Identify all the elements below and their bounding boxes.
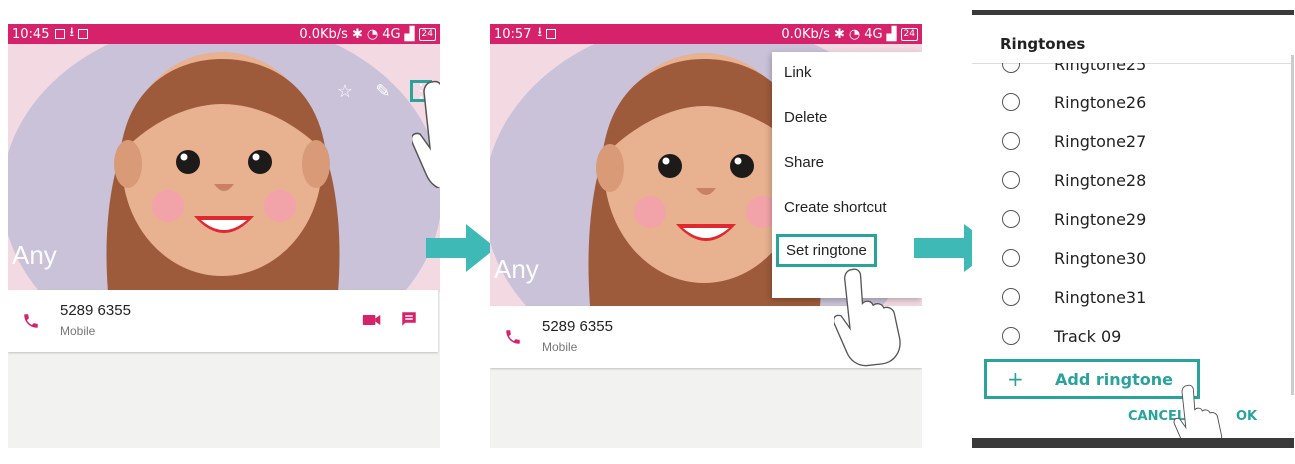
ringtone-label: Ringtone25 bbox=[1054, 63, 1147, 74]
network-speed: 0.0Kb/s bbox=[299, 26, 348, 42]
status-notification-icons: ⭳ bbox=[537, 24, 557, 45]
phone-icon[interactable] bbox=[504, 328, 522, 346]
list-item[interactable]: Ringtone29 bbox=[972, 200, 1294, 238]
screenshot-icon bbox=[546, 29, 557, 39]
list-item[interactable]: Ringtone30 bbox=[972, 239, 1294, 277]
download-icon: ⭳ bbox=[537, 25, 543, 40]
contact-screen-1: 10:45 ⭳ 0.0Kb/s ✱ ◔ 4G ▟ 24 ☆ ✎ ⋮ Any 52… bbox=[8, 24, 440, 448]
plus-icon: + bbox=[1007, 367, 1024, 391]
ok-button[interactable]: OK bbox=[1236, 409, 1257, 424]
contact-name: Any bbox=[494, 254, 539, 284]
status-time: 10:57 bbox=[494, 26, 532, 42]
ringtone-list[interactable]: Ringtone25 Ringtone26 Ringtone27 Rington… bbox=[972, 63, 1294, 353]
cancel-button[interactable]: CANCEL bbox=[1128, 409, 1185, 424]
radio-icon[interactable] bbox=[1002, 249, 1020, 267]
phone-number-row[interactable]: 5289 6355 Mobile bbox=[490, 306, 922, 368]
menu-item-share[interactable]: Share bbox=[784, 154, 824, 171]
gallery-icon bbox=[55, 29, 66, 39]
list-item[interactable]: Ringtone31 bbox=[972, 278, 1294, 316]
scrollbar[interactable] bbox=[1291, 55, 1294, 395]
network-speed: 0.0Kb/s bbox=[781, 26, 830, 42]
status-notification-icons: ⭳ bbox=[55, 24, 89, 45]
arrow-right-icon bbox=[426, 224, 496, 272]
screenshot-icon bbox=[78, 29, 89, 39]
edit-icon[interactable]: ✎ bbox=[372, 80, 394, 102]
video-icon[interactable] bbox=[846, 328, 866, 344]
radio-icon[interactable] bbox=[1002, 132, 1020, 150]
status-right: 0.0Kb/s ✱ ◔ 4G ▟ 24 bbox=[299, 27, 436, 42]
status-bar: 10:57 ⭳ 0.0Kb/s ✱ ◔ 4G ▟ 24 bbox=[490, 24, 922, 44]
battery-icon: 24 bbox=[900, 27, 918, 41]
signal-bars-icon: ▟ bbox=[886, 26, 897, 42]
more-vert-icon[interactable]: ⋮ bbox=[410, 80, 432, 102]
phone-number: 5289 6355 bbox=[60, 302, 131, 319]
list-item[interactable]: Ringtone25 bbox=[972, 63, 1294, 83]
phone-icon[interactable] bbox=[22, 312, 40, 330]
ringtone-label: Ringtone30 bbox=[1054, 248, 1147, 268]
radio-icon[interactable] bbox=[1002, 93, 1020, 111]
ringtones-dialog: Ringtones Ringtone25 Ringtone26 Ringtone… bbox=[972, 10, 1294, 448]
phone-type: Mobile bbox=[60, 324, 96, 338]
radio-icon[interactable] bbox=[1002, 63, 1020, 73]
phone-number-row[interactable]: 5289 6355 Mobile bbox=[8, 290, 438, 352]
list-item[interactable]: Ringtone28 bbox=[972, 161, 1294, 199]
radio-icon[interactable] bbox=[1002, 288, 1020, 306]
menu-item-delete[interactable]: Delete bbox=[784, 109, 827, 126]
message-icon[interactable] bbox=[400, 310, 418, 328]
ringtone-label: Ringtone28 bbox=[1054, 170, 1147, 190]
contact-actions: ☆ ✎ ⋮ bbox=[334, 80, 432, 102]
tutorial-stage: 10:45 ⭳ 0.0Kb/s ✱ ◔ 4G ▟ 24 ☆ ✎ ⋮ Any 52… bbox=[0, 0, 1295, 464]
radio-icon[interactable] bbox=[1002, 210, 1020, 228]
add-ringtone-button[interactable]: + Add ringtone bbox=[984, 359, 1200, 399]
dialog-title: Ringtones bbox=[1000, 35, 1086, 53]
wifi-icon: ◔ bbox=[848, 26, 861, 42]
overflow-menu: Link Delete Share Create shortcut Set ri… bbox=[772, 52, 922, 298]
battery-icon: 24 bbox=[418, 27, 436, 41]
ringtone-label: Ringtone31 bbox=[1054, 287, 1147, 307]
add-ringtone-label: Add ringtone bbox=[1055, 369, 1173, 389]
bluetooth-icon: ✱ bbox=[351, 26, 363, 42]
menu-item-set-ringtone[interactable]: Set ringtone bbox=[776, 234, 877, 267]
menu-item-create-shortcut[interactable]: Create shortcut bbox=[784, 199, 887, 216]
ringtone-label: Ringtone27 bbox=[1054, 131, 1147, 151]
download-icon: ⭳ bbox=[69, 25, 75, 40]
star-icon[interactable]: ☆ bbox=[334, 80, 356, 102]
ringtone-label: Ringtone29 bbox=[1054, 209, 1147, 229]
signal-bars-icon: ▟ bbox=[404, 26, 415, 42]
status-right: 0.0Kb/s ✱ ◔ 4G ▟ 24 bbox=[781, 27, 918, 42]
radio-icon[interactable] bbox=[1002, 327, 1020, 345]
list-item[interactable]: Ringtone27 bbox=[972, 122, 1294, 160]
signal-label: 4G bbox=[382, 26, 401, 42]
ringtone-label: Ringtone26 bbox=[1054, 92, 1147, 112]
bluetooth-icon: ✱ bbox=[833, 26, 845, 42]
phone-type: Mobile bbox=[542, 340, 578, 354]
contact-screen-2: 10:57 ⭳ 0.0Kb/s ✱ ◔ 4G ▟ 24 Any Link Del… bbox=[490, 24, 922, 448]
list-item[interactable]: Ringtone26 bbox=[972, 83, 1294, 121]
video-icon[interactable] bbox=[362, 312, 382, 328]
menu-item-link[interactable]: Link bbox=[784, 64, 812, 81]
contact-name: Any bbox=[12, 240, 57, 270]
phone-number: 5289 6355 bbox=[542, 318, 613, 335]
signal-label: 4G bbox=[864, 26, 883, 42]
list-item[interactable]: Track 09 bbox=[972, 317, 1294, 353]
status-time: 10:45 bbox=[12, 26, 50, 42]
radio-icon[interactable] bbox=[1002, 171, 1020, 189]
contact-photo: ☆ ✎ ⋮ Any bbox=[8, 44, 440, 292]
wifi-icon: ◔ bbox=[366, 26, 379, 42]
status-bar: 10:45 ⭳ 0.0Kb/s ✱ ◔ 4G ▟ 24 bbox=[8, 24, 440, 44]
ringtone-label: Track 09 bbox=[1054, 326, 1122, 346]
